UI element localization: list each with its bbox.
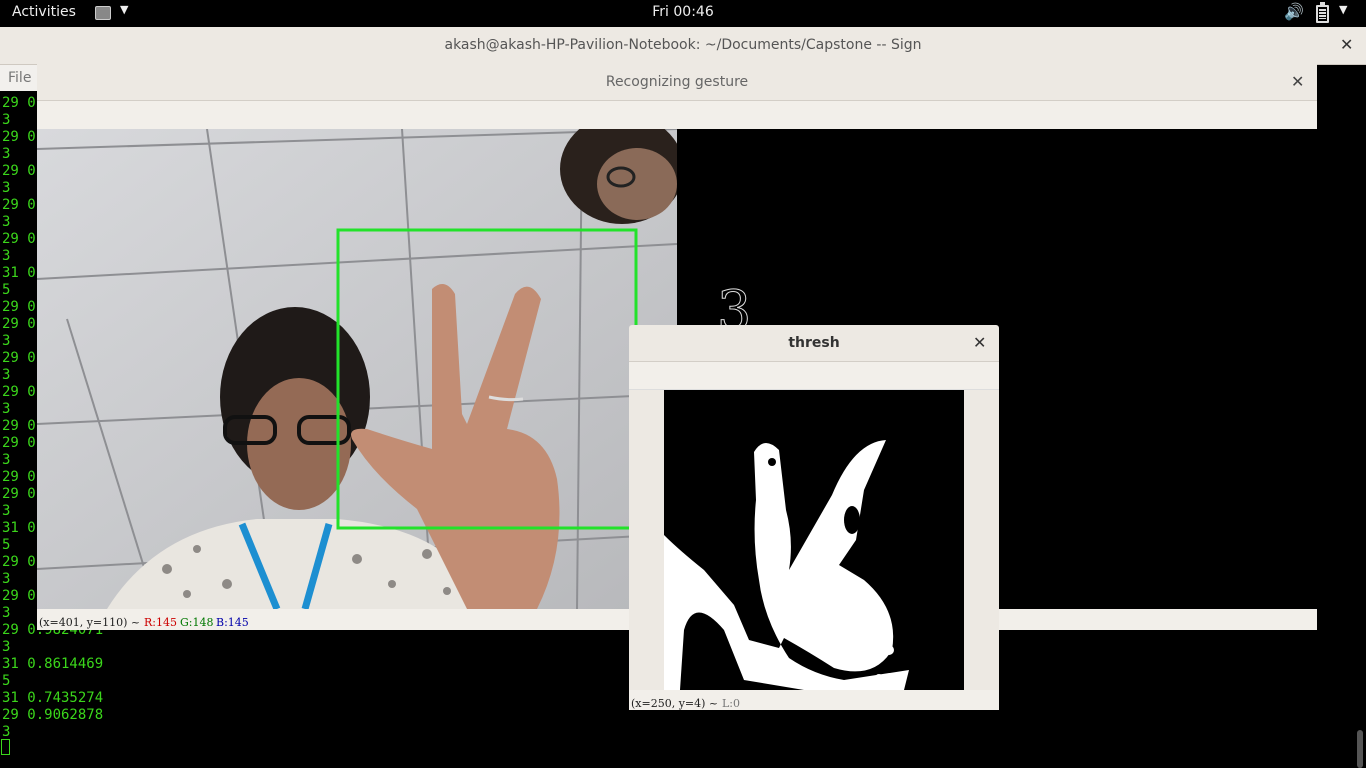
terminal-line: 29 0 xyxy=(2,163,36,179)
terminal-line: 3 xyxy=(2,248,11,264)
terminal-line: 29 0 xyxy=(2,95,36,111)
terminal-line: 29 0 xyxy=(2,384,36,400)
gesture-window-titlebar[interactable]: Recognizing gesture ✕ xyxy=(37,64,1317,101)
terminal-line: 29 0 xyxy=(2,129,36,145)
terminal-line: 29 0 xyxy=(2,588,36,604)
terminal-line: 3 xyxy=(2,639,11,655)
terminal-title: akash@akash-HP-Pavilion-Notebook: ~/Docu… xyxy=(444,37,922,53)
thresh-status-coords: (x=250, y=4) ~ xyxy=(631,697,719,710)
terminal-line: 5 xyxy=(2,537,11,553)
terminal-line: 3 xyxy=(2,571,11,587)
terminal-line: 31 0.8614469 xyxy=(2,656,104,672)
gesture-window-toolbar xyxy=(37,101,1317,129)
terminal-line: 5 xyxy=(2,673,11,689)
camera-feed-image xyxy=(37,129,677,609)
terminal-line: 29 0 xyxy=(2,316,36,332)
close-icon[interactable]: ✕ xyxy=(973,333,986,352)
terminal-line: 3 xyxy=(2,333,11,349)
terminal-line: 3 xyxy=(2,401,11,417)
terminal-line: 29 0 xyxy=(2,299,36,315)
terminal-line: 29 0 xyxy=(2,554,36,570)
terminal-cursor xyxy=(1,739,10,755)
thresh-status-bar: (x=250, y=4) ~ L:0 xyxy=(629,690,999,710)
terminal-line: 31 0 xyxy=(2,520,36,536)
terminal-line: 3 xyxy=(2,452,11,468)
volume-icon[interactable]: 🔊 xyxy=(1284,2,1304,21)
terminal-line: 3 xyxy=(2,503,11,519)
terminal-line: 29 0 xyxy=(2,486,36,502)
terminal-line: 29 0 xyxy=(2,350,36,366)
terminal-line: 3 xyxy=(2,367,11,383)
terminal-line: 29 0 xyxy=(2,231,36,247)
terminal-line: 31 0.7435274 xyxy=(2,690,104,706)
battery-icon[interactable] xyxy=(1316,2,1329,23)
thresh-window: thresh ✕ (x=250, y=4) ~ L:0 xyxy=(629,325,999,710)
system-menu-chevron-icon[interactable]: ▼ xyxy=(1339,3,1347,16)
terminal-scrollbar[interactable] xyxy=(1357,730,1363,768)
gesture-status-coords: (x=401, y=110) ~ xyxy=(39,616,141,629)
gesture-status-b: B:145 xyxy=(216,616,249,629)
close-icon[interactable]: ✕ xyxy=(1340,35,1353,54)
terminal-line: 5 xyxy=(2,282,11,298)
terminal-line: 31 0 xyxy=(2,265,36,281)
gesture-status-g: G:148 xyxy=(180,616,214,629)
terminal-line: 3 xyxy=(2,180,11,196)
terminal-line: 3 xyxy=(2,112,11,128)
gesture-window-title: Recognizing gesture xyxy=(605,74,749,90)
thresh-window-titlebar[interactable]: thresh ✕ xyxy=(629,325,999,362)
terminal-line: 3 xyxy=(2,146,11,162)
thresh-window-title: thresh xyxy=(788,335,840,351)
terminal-line: 29 0 xyxy=(2,469,36,485)
terminal-titlebar[interactable]: akash@akash-HP-Pavilion-Notebook: ~/Docu… xyxy=(0,27,1366,65)
gesture-status-r: R:145 xyxy=(144,616,177,629)
terminal-menubar: File xyxy=(0,65,40,91)
terminal-line: 29 0 xyxy=(2,435,36,451)
menu-file[interactable]: File xyxy=(8,70,31,86)
thresh-window-toolbar xyxy=(629,362,999,390)
thresh-status-l: L:0 xyxy=(722,697,741,710)
terminal-line: 29 0.9062878 xyxy=(2,707,104,723)
top-bar: Activities ▼ Fri 00:46 🔊 ▼ xyxy=(0,0,1366,27)
terminal-line: 29 0 xyxy=(2,197,36,213)
clock[interactable]: Fri 00:46 xyxy=(0,4,1366,20)
terminal-line: 3 xyxy=(2,214,11,230)
terminal-line: 29 0 xyxy=(2,418,36,434)
close-icon[interactable]: ✕ xyxy=(1291,72,1304,91)
terminal-line: 3 xyxy=(2,605,11,621)
threshold-mask-image xyxy=(664,390,964,690)
thresh-canvas[interactable] xyxy=(664,390,964,690)
